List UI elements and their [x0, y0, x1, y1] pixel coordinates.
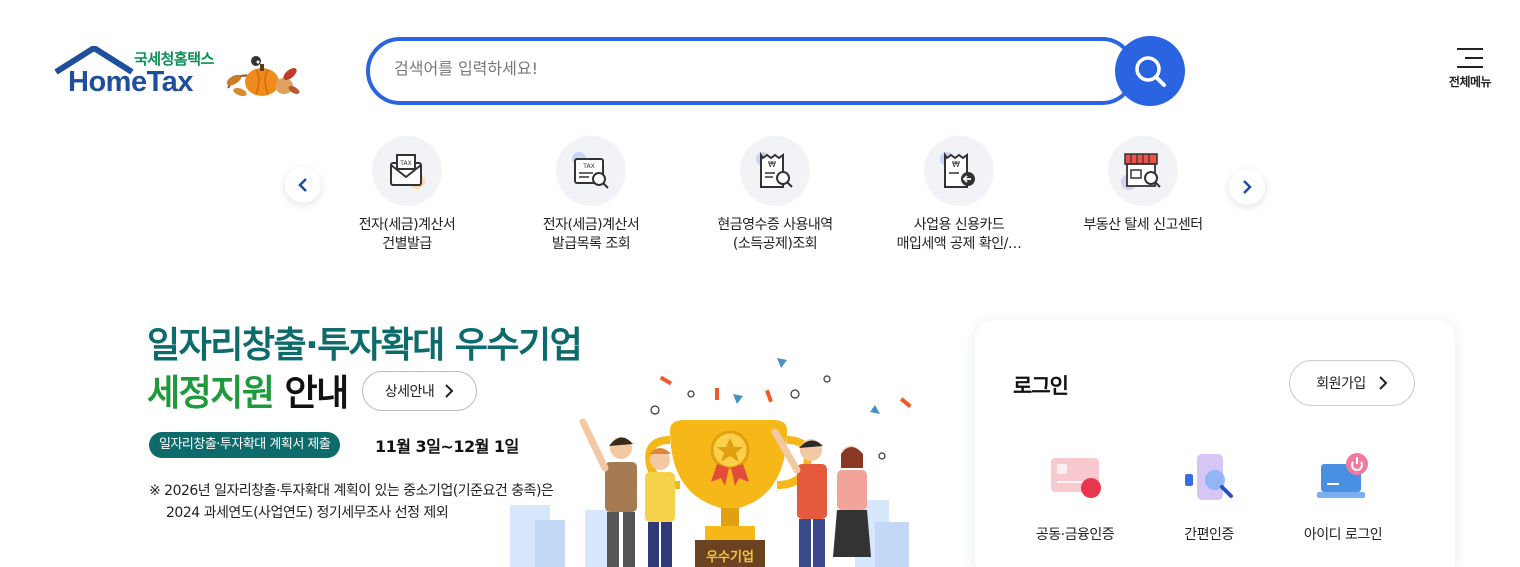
detail-info-button[interactable]: 상세안내 — [362, 371, 477, 411]
search-button[interactable] — [1115, 36, 1185, 106]
phone-auth-icon — [1185, 454, 1233, 500]
simple-auth-label: 간편인증 — [1184, 527, 1234, 543]
tax-invoice-mail-icon: TAX — [372, 136, 442, 206]
quick-item-label: 현금영수증 사용내역 (소득공제)조회 — [717, 217, 833, 252]
login-panel: 로그인 회원가입 공동·금융인증 간편인증 아이디 로그인 — [975, 320, 1455, 567]
chevron-right-icon — [445, 384, 454, 398]
svg-text:₩: ₩ — [768, 160, 776, 169]
logo-title: HomeTax — [68, 66, 193, 98]
store-search-icon — [1108, 136, 1178, 206]
notice-line2: 2024 과세연도(사업연도) 정기세무조사 선정 제외 — [166, 505, 449, 521]
quick-item-invoice-list[interactable]: TAX 전자(세금)계산서 발급목록 조회 — [501, 136, 681, 254]
search-input[interactable] — [394, 59, 1094, 78]
quick-item-invoice-issue[interactable]: TAX 전자(세금)계산서 건별발급 — [317, 136, 497, 254]
quick-item-cash-receipt[interactable]: ₩ 현금영수증 사용내역 (소득공제)조회 — [685, 136, 865, 254]
banner-notice: ※ 2026년 일자리창출·투자확대 계획이 있는 중소기업(기준요건 충족)은… — [149, 480, 554, 524]
quick-item-label: 사업용 신용카드 매입세액 공제 확인/… — [896, 217, 1022, 252]
card-receipt-icon: ₩ — [924, 136, 994, 206]
certificate-login-option[interactable]: 공동·금융인증 — [1010, 450, 1140, 544]
detail-info-label: 상세안내 — [384, 384, 435, 400]
signup-button[interactable]: 회원가입 — [1289, 360, 1415, 406]
notice-line1: ※ 2026년 일자리창출·투자확대 계획이 있는 중소기업(기준요건 충족)은 — [149, 483, 554, 499]
certificate-login-label: 공동·금융인증 — [1035, 527, 1115, 543]
laptop-power-icon — [1317, 453, 1368, 498]
svg-text:TAX: TAX — [399, 160, 411, 167]
quick-item-label: 부동산 탈세 신고센터 — [1083, 217, 1203, 233]
login-title: 로그인 — [1013, 374, 1069, 398]
svg-text:TAX: TAX — [582, 163, 594, 170]
quick-item-realestate-report[interactable]: 부동산 탈세 신고센터 — [1053, 136, 1233, 235]
tax-invoice-search-icon: TAX — [556, 136, 626, 206]
search-bar[interactable] — [366, 37, 1136, 105]
cash-receipt-search-icon: ₩ — [740, 136, 810, 206]
hometax-logo[interactable]: 국세청홈택스 HomeTax — [54, 44, 304, 104]
quick-item-label: 전자(세금)계산서 건별발급 — [358, 217, 456, 252]
period-date: 11월 3일~12월 1일 — [375, 437, 519, 456]
simple-auth-option[interactable]: 간편인증 — [1144, 450, 1274, 544]
pumpkin-decoration-icon — [226, 56, 300, 97]
period-badge: 일자리창출·투자확대 계획서 제출 — [149, 432, 341, 458]
id-login-label: 아이디 로그인 — [1303, 527, 1383, 543]
id-login-option[interactable]: 아이디 로그인 — [1278, 450, 1408, 544]
full-menu-button[interactable]: 전체메뉴 — [1440, 46, 1500, 98]
quick-item-business-card[interactable]: ₩ 사업용 신용카드 매입세액 공제 확인/… — [869, 136, 1049, 254]
quick-item-label: 전자(세금)계산서 발급목록 조회 — [542, 217, 640, 252]
chevron-right-icon — [1379, 376, 1388, 390]
carousel-next-button[interactable] — [1229, 169, 1265, 205]
search-icon — [1135, 56, 1166, 87]
trophy-label: 우수기업 — [706, 550, 754, 565]
banner-title-suffix: 안내 — [273, 373, 350, 414]
chevron-left-icon — [298, 178, 307, 192]
hamburger-icon — [1457, 48, 1483, 68]
svg-text:₩: ₩ — [952, 160, 960, 169]
signup-label: 회원가입 — [1316, 376, 1366, 392]
trophy-celebration-illustration: 우수기업 — [510, 358, 912, 567]
full-menu-label: 전체메뉴 — [1448, 75, 1492, 89]
certificate-card-icon — [1051, 458, 1101, 498]
chevron-right-icon — [1243, 180, 1252, 194]
carousel-prev-button[interactable] — [285, 167, 321, 203]
banner-title-highlight: 세정지원 — [147, 373, 275, 414]
